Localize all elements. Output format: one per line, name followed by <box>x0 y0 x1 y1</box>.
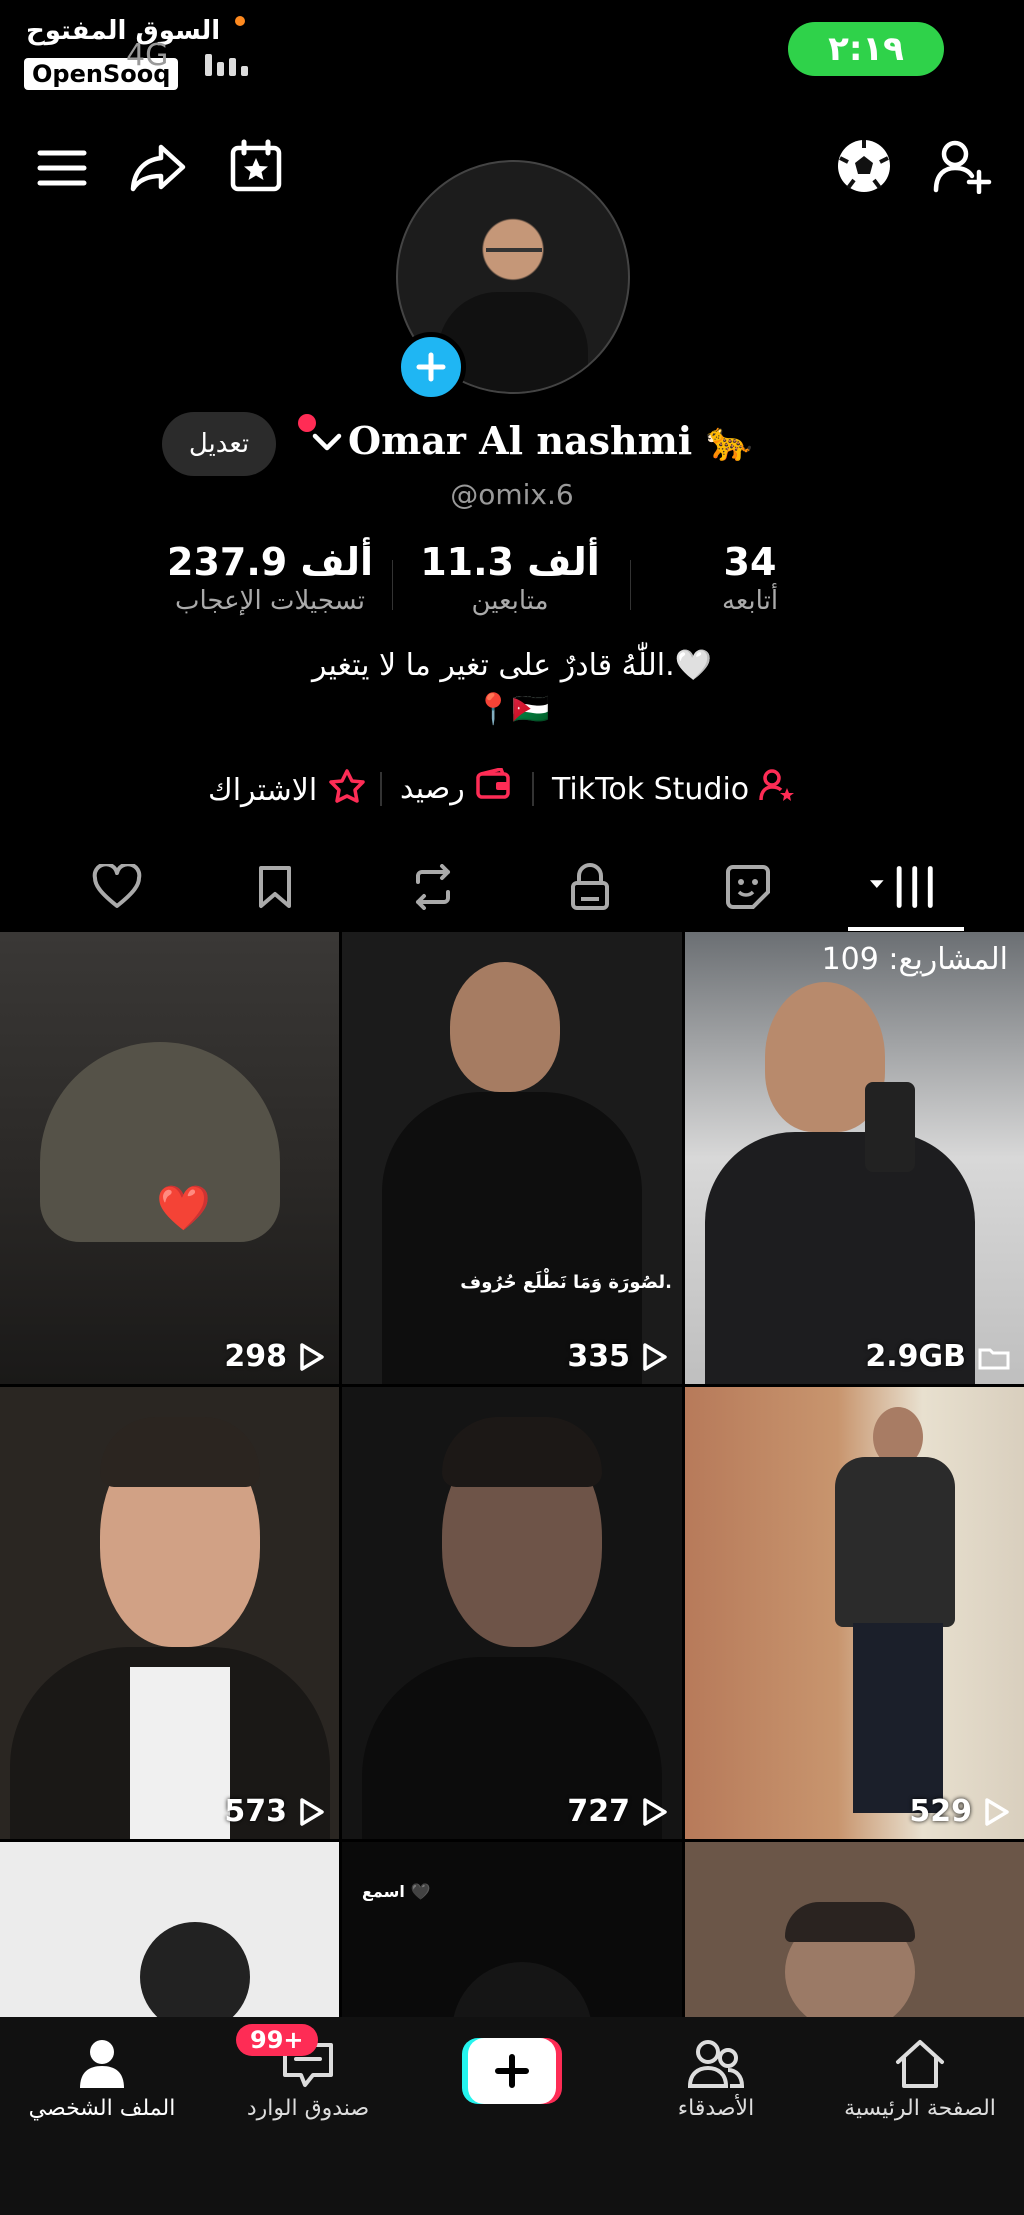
draft-tile[interactable]: المشاريع: 109 2.9GB <box>685 932 1024 1384</box>
soccer-ball-icon[interactable] <box>832 134 896 198</box>
tiktok-studio-link[interactable]: TikTok Studio <box>552 768 795 810</box>
edit-profile-button[interactable]: تعديل <box>162 412 276 476</box>
add-story-button[interactable] <box>396 332 466 402</box>
creator-icon <box>759 768 795 810</box>
view-count: 298 <box>0 1339 339 1374</box>
add-friend-icon[interactable] <box>928 134 998 198</box>
plus-icon <box>468 2038 556 2104</box>
following-count: 34 <box>723 540 777 584</box>
balance-link[interactable]: رصيد <box>400 766 511 808</box>
video-thumbnail <box>853 1623 943 1813</box>
heart-sticker: ❤️ <box>156 1183 211 1234</box>
nav-friends-label: الأصدقاء <box>677 2096 755 2121</box>
nav-home[interactable]: الصفحة الرئيسية <box>820 2032 1020 2121</box>
rocket-star-icon <box>327 768 367 812</box>
profile-location: 📍🇯🇴 <box>474 692 550 727</box>
profile-name: Omar Al nashmi 🐆 <box>348 418 753 463</box>
studio-label: TikTok Studio <box>552 771 750 807</box>
followers-count: 11.3 ألف <box>420 540 600 584</box>
nav-friends[interactable]: الأصدقاء <box>616 2032 816 2121</box>
view-count: 335 <box>342 1339 682 1374</box>
video-caption: اسمع 🖤 <box>362 1882 431 1901</box>
likes-stat[interactable]: 237.9 ألف تسجيلات الإعجاب <box>160 540 380 616</box>
nav-home-label: الصفحة الرئيسية <box>844 2096 996 2121</box>
signal-icon <box>205 46 251 76</box>
projects-count: المشاريع: 109 <box>821 942 1008 977</box>
video-tile[interactable]: 573 <box>0 1387 339 1839</box>
create-post-button[interactable] <box>462 2038 562 2104</box>
video-tile[interactable]: 529 <box>685 1387 1024 1839</box>
tab-reposts[interactable] <box>398 852 468 922</box>
video-tile[interactable]: اسمع 🖤 <box>342 1842 682 2017</box>
storage-size: 2.9GB <box>685 1339 1024 1374</box>
wallet-icon <box>475 766 511 808</box>
likes-label: تسجيلات الإعجاب <box>174 586 366 616</box>
video-tile[interactable] <box>685 1842 1024 2017</box>
nav-inbox-label: صندوق الوارد <box>246 2096 370 2121</box>
view-count: 727 <box>342 1794 682 1829</box>
following-stat[interactable]: 34 أتابعه <box>640 540 860 616</box>
video-thumbnail <box>442 1417 602 1487</box>
inbox-badge: 99+ <box>236 2024 318 2056</box>
tab-liked[interactable] <box>82 852 152 922</box>
phone-icon <box>865 1082 915 1172</box>
video-tile[interactable]: لصُورَة وَمَا نَطْلَع حُرُوف. 335 <box>342 932 682 1384</box>
video-caption: لصُورَة وَمَا نَطْلَع حُرُوف. <box>460 1272 672 1293</box>
video-tile[interactable]: 727 <box>342 1387 682 1839</box>
link-divider <box>532 772 534 806</box>
video-tile[interactable]: ❤️ 298 <box>0 932 339 1384</box>
video-thumbnail <box>100 1417 260 1487</box>
video-thumbnail <box>140 1922 250 2017</box>
balance-label: رصيد <box>400 770 465 806</box>
stat-divider <box>392 560 393 610</box>
chevron-down-icon[interactable] <box>312 430 342 458</box>
view-count: 573 <box>0 1794 339 1829</box>
network-type: 4G <box>126 38 169 73</box>
video-thumbnail <box>450 962 560 1092</box>
likes-count: 237.9 ألف <box>167 540 373 584</box>
recording-dot <box>235 16 245 26</box>
nav-profile-label: الملف الشخصي <box>28 2096 176 2121</box>
link-divider <box>380 772 382 806</box>
tab-videos[interactable] <box>870 852 940 922</box>
watermark-arabic: السوق المفتوح <box>26 16 221 46</box>
subscription-link[interactable]: الاشتراك <box>208 768 367 812</box>
video-tile[interactable] <box>0 1842 339 2017</box>
subscription-label: الاشتراك <box>208 772 318 808</box>
profile-handle: @omix.6 <box>450 478 574 511</box>
tab-private[interactable] <box>555 852 625 922</box>
menu-icon[interactable] <box>34 140 90 196</box>
status-time: ٢:١٩ <box>788 22 944 76</box>
share-icon[interactable] <box>126 136 190 200</box>
tab-stickers[interactable] <box>713 852 783 922</box>
tab-favorites[interactable] <box>240 852 310 922</box>
video-thumbnail <box>785 1902 915 1942</box>
friends-icon <box>616 2032 816 2096</box>
calendar-star-icon[interactable] <box>224 134 288 198</box>
profile-icon <box>2 2032 202 2096</box>
following-label: أتابعه <box>721 586 779 616</box>
video-thumbnail <box>452 1962 592 2017</box>
view-count: 529 <box>685 1794 1024 1829</box>
profile-bio: اللّٰهُ قادرٌ على تغير ما لا يتغير.🤍 <box>312 648 712 683</box>
followers-label: متابعين <box>471 586 549 616</box>
active-tab-indicator <box>848 927 964 931</box>
home-icon <box>820 2032 1020 2096</box>
followers-stat[interactable]: 11.3 ألف متابعين <box>400 540 620 616</box>
video-thumbnail <box>835 1457 955 1627</box>
nav-profile[interactable]: الملف الشخصي <box>2 2032 202 2121</box>
stat-divider <box>630 560 631 610</box>
